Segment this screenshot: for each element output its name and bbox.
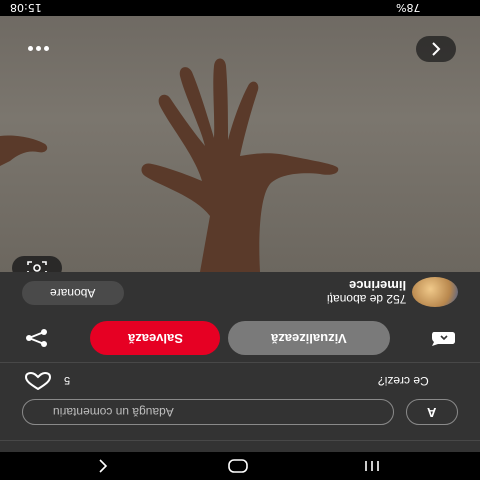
pin-detail-screen: 15:08 78% Abonare limerince 752 de abona… — [0, 0, 480, 480]
comment-input[interactable] — [22, 399, 394, 425]
save-button[interactable]: Salvează — [90, 321, 220, 355]
visit-label: Vizualizează — [271, 330, 347, 346]
nav-home-icon[interactable] — [226, 458, 250, 474]
visit-button[interactable]: Vizualizează — [228, 321, 390, 355]
more-dots-icon — [27, 45, 33, 51]
chat-icon[interactable] — [428, 330, 456, 346]
back-button[interactable] — [416, 36, 456, 62]
author-name: limerince — [348, 278, 406, 293]
visual-search-button[interactable] — [12, 256, 62, 272]
android-navigation-bar — [0, 452, 480, 480]
follow-button[interactable]: Abonare — [22, 281, 124, 305]
chevron-left-icon — [432, 42, 441, 56]
likes-count: 5 — [64, 374, 71, 386]
heart-icon[interactable] — [24, 372, 52, 390]
author-avatar[interactable] — [412, 277, 458, 307]
share-icon[interactable] — [24, 328, 50, 348]
status-bar: 15:08 78% — [0, 0, 480, 16]
nav-back-icon[interactable] — [92, 459, 114, 473]
subscriber-count: 752 de abonați — [326, 292, 406, 306]
save-label: Salvează — [127, 330, 183, 346]
section-divider — [0, 362, 480, 363]
status-time: 15:08 — [10, 1, 42, 14]
hand-image — [141, 58, 339, 272]
battery-percentage: 78% — [396, 1, 421, 14]
nav-recents-icon[interactable] — [360, 459, 384, 473]
user-avatar[interactable]: A — [406, 399, 458, 425]
follow-label: Abonare — [50, 286, 96, 300]
visual-search-icon — [27, 261, 47, 272]
bottom-divider — [0, 440, 480, 441]
more-options-button[interactable] — [18, 38, 58, 58]
partial-hand-image — [0, 135, 48, 166]
comments-title: Ce crezi? — [378, 374, 429, 388]
user-initial: A — [427, 404, 437, 420]
pin-image[interactable] — [0, 16, 480, 272]
